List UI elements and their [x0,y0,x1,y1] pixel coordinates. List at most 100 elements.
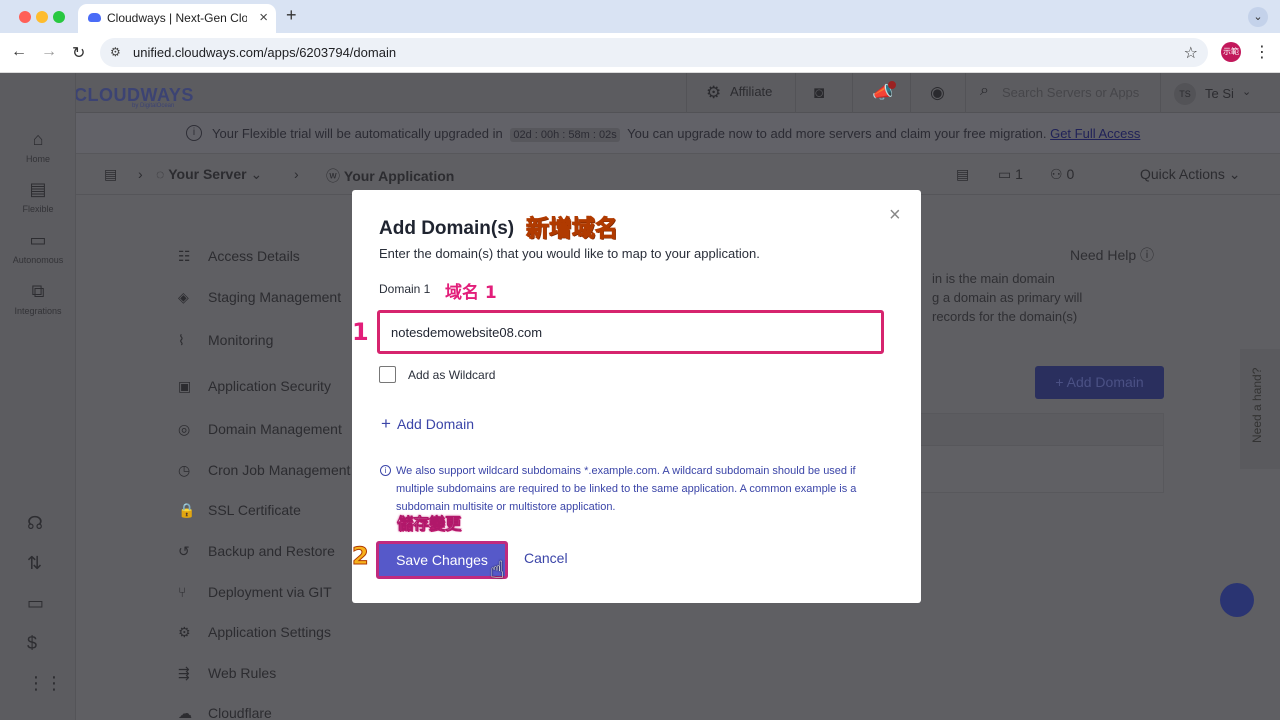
rules-icon: ⇶ [178,665,190,681]
forward-arrow-icon[interactable]: → [41,43,57,61]
server-list-icon[interactable]: ▤ [104,166,117,183]
window-close-button[interactable] [19,11,31,23]
add-domain-label: Add Domain [396,416,474,432]
browser-tab[interactable]: Cloudways | Next-Gen Cloud × [78,4,276,33]
chevron-down-icon[interactable]: ⌄ [1242,85,1251,98]
primary-domain-text: in is the main domain [932,271,1055,286]
folder-count[interactable]: ▭ 1 [998,166,1023,183]
save-changes-button[interactable]: Save Changes [376,541,508,579]
reload-icon[interactable]: ↻ [72,43,85,63]
sidebar-label: Flexible [22,204,54,214]
menu-app-settings[interactable]: ⚙ Application Settings [178,624,331,641]
menu-security[interactable]: ▣ Application Security [178,378,331,395]
menu-cloudflare[interactable]: ☁ Cloudflare [178,705,272,720]
tab-close-icon[interactable]: × [259,9,268,26]
topbar-divider [795,73,796,113]
menu-git[interactable]: ⑂ Deployment via GIT [178,584,332,600]
menu-monitoring[interactable]: ⌇ Monitoring [178,332,273,349]
window-minimize-button[interactable] [36,11,48,23]
menu-cron[interactable]: ◷ Cron Job Management [178,462,350,479]
access-icon: ☷ [178,248,191,264]
integration-logo-icon[interactable]: ◉ [930,83,945,103]
site-settings-icon[interactable]: ⚙ [110,45,121,59]
primary-domain-text: records for the domain(s) [932,309,1078,324]
team-icon[interactable]: ⇅ [27,553,42,574]
search-input[interactable]: Search Servers or Apps [1002,85,1139,100]
need-a-hand-label[interactable]: Need a hand? [1250,368,1264,443]
quick-actions-dropdown[interactable]: Quick Actions ⌄ [1140,166,1240,183]
cancel-button[interactable]: Cancel [524,550,568,566]
new-tab-button[interactable]: + [286,5,297,26]
user-avatar[interactable]: TS [1174,83,1196,105]
bookmark-star-icon[interactable]: ☆ [1184,43,1198,63]
affiliate-link[interactable]: Affiliate [730,84,772,99]
menu-web-rules[interactable]: ⇶ Web Rules [178,665,276,682]
add-domain-button-background[interactable]: + Add Domain [1035,366,1164,399]
user-count[interactable]: ⚇ 0 [1050,166,1074,183]
domain-table-header [921,414,1163,446]
get-full-access-link[interactable]: Get Full Access [1050,126,1140,141]
bot-icon[interactable]: ◙ [814,83,824,103]
menu-domain-management[interactable]: ◎ Domain Management [178,421,342,438]
tab-search-chevron-icon[interactable]: ⌄ [1248,7,1268,27]
user-count-value: 0 [1066,166,1075,182]
sidebar-item-autonomous[interactable]: ▭ Autonomous [0,230,76,265]
breadcrumb-application[interactable]: ⓦ Your Application [326,166,454,186]
modal-title: Add Domain(s) [379,218,515,239]
settings-icon: ⚙ [178,624,191,640]
browser-menu-icon[interactable]: ⋮ [1254,42,1270,62]
sidebar-item-home[interactable]: ⌂ Home [0,129,76,164]
annotation-step-2: 2 [352,542,370,571]
profile-avatar[interactable]: 示範 [1221,42,1241,62]
support-icon[interactable]: ☊ [27,513,43,534]
trial-timer: 02d : 00h : 58m : 02s [510,128,620,142]
menu-access-details[interactable]: ☷ Access Details [178,248,300,265]
sidebar-label: Integrations [14,306,62,316]
close-icon[interactable]: × [889,204,901,227]
user-name[interactable]: Te Si [1205,86,1234,101]
sidebar-label: Autonomous [12,255,64,265]
back-arrow-icon[interactable]: ← [11,43,27,61]
folder-icon[interactable]: ▭ [27,593,44,614]
topbar-divider [965,73,966,113]
wildcard-label[interactable]: Add as Wildcard [408,368,495,382]
window-zoom-button[interactable] [53,11,65,23]
info-icon: i [186,125,202,141]
folder-count-value: 1 [1015,166,1023,182]
address-bar[interactable]: ⚙ unified.cloudways.com/apps/6203794/dom… [100,38,1208,67]
menu-backup[interactable]: ↺ Backup and Restore [178,543,335,560]
wildcard-checkbox[interactable] [379,366,396,383]
domain-input[interactable] [377,310,884,354]
menu-label: Domain Management [208,421,342,437]
menu-ssl[interactable]: 🔒 SSL Certificate [178,502,301,519]
sidebar-item-flexible[interactable]: ▤ Flexible [0,179,76,214]
billing-icon[interactable]: $ [27,633,37,654]
apps-grid-icon[interactable]: ⋮⋮ [27,673,63,694]
need-help-label: Need Help [1070,247,1137,263]
browser-tab-bar: Cloudways | Next-Gen Cloud × + ⌄ [0,0,1280,33]
breadcrumb-server[interactable]: ◌ Your Server ⌄ [156,166,262,183]
add-domain-link[interactable]: + Add Domain [381,414,474,434]
topbar-divider [1160,73,1161,113]
menu-label: Application Security [208,378,331,394]
home-icon: ⌂ [32,129,44,149]
topbar-divider [852,73,853,113]
tab-title: Cloudways | Next-Gen Cloud [107,11,247,25]
plus-icon: + [381,414,391,433]
breadcrumb: ▤ › ◌ Your Server ⌄ › ⓦ Your Application… [76,154,1280,195]
annotation-title-zh: 新增域名 [526,216,619,243]
trial-banner: i Your Flexible trial will be automatica… [76,113,1280,154]
need-help-link[interactable]: Need Help ⓘ [1070,245,1154,265]
monitoring-icon: ⌇ [178,332,185,348]
browser-toolbar: ← → ↻ ⚙ unified.cloudways.com/apps/62037… [0,33,1280,73]
banner-post: You can upgrade now to add more servers … [627,126,1047,141]
menu-label: Backup and Restore [208,543,335,559]
sidebar-item-integrations[interactable]: ⧉ Integrations [0,281,76,316]
menu-staging[interactable]: ◈ Staging Management [178,289,341,306]
app-list-icon[interactable]: ▤ [956,166,969,183]
topbar-divider [686,73,687,113]
hand-cursor-icon: ☝ [490,557,505,584]
topbar-divider [910,73,911,113]
staging-icon: ◈ [178,289,189,305]
chat-widget-icon[interactable] [1220,583,1254,617]
